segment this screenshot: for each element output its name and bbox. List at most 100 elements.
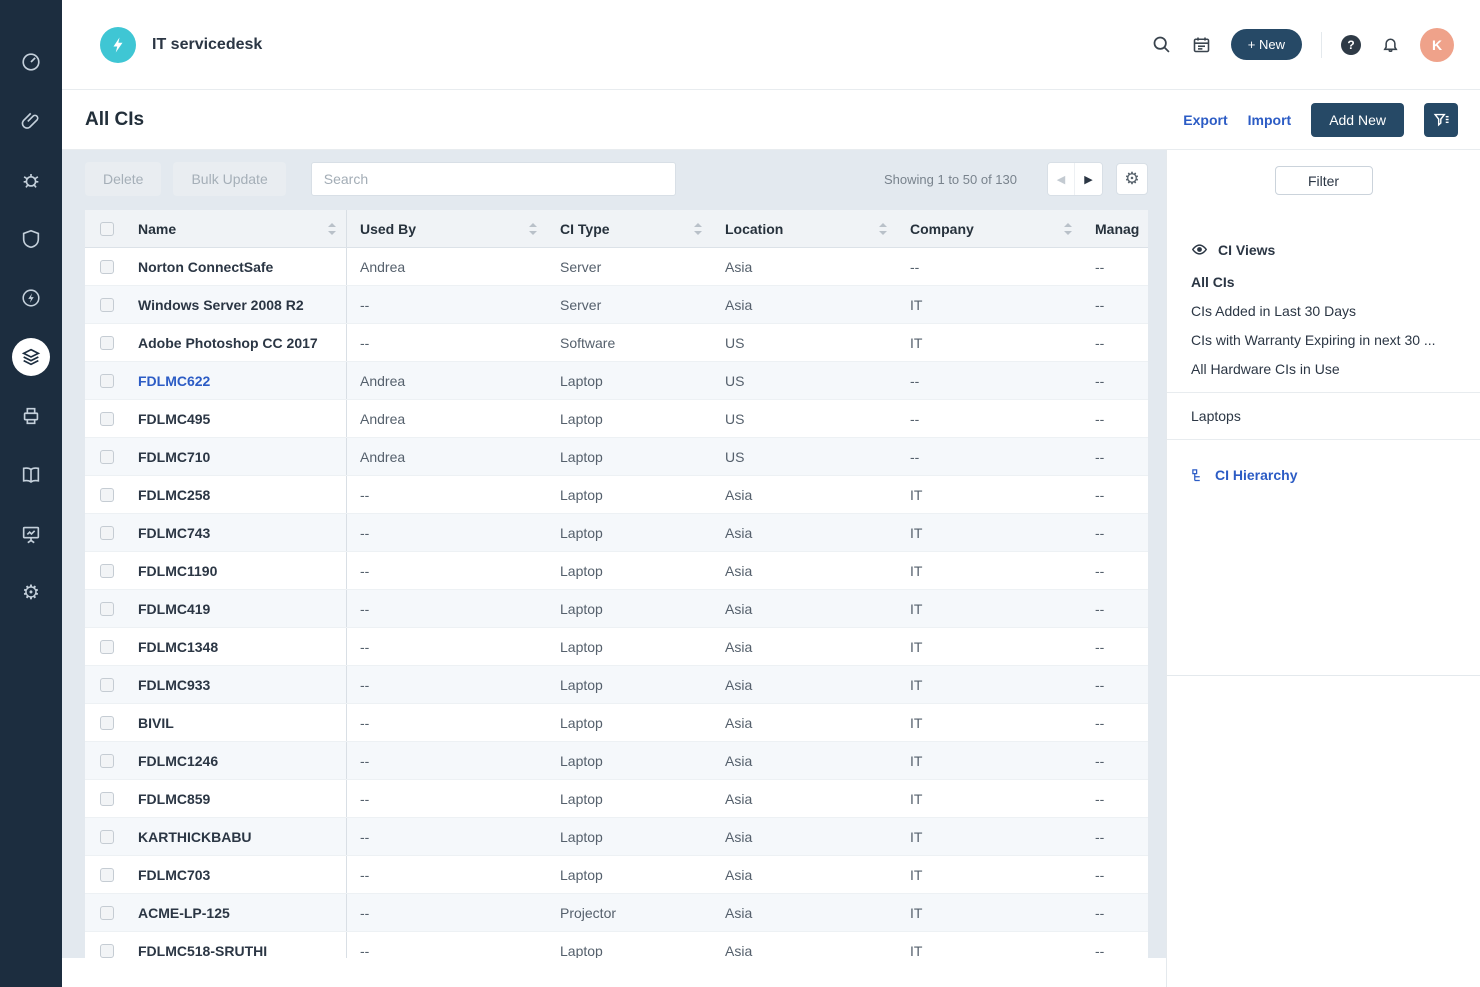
table-row[interactable]: FDLMC933--LaptopAsiaIT--: [85, 666, 1148, 704]
table-row[interactable]: FDLMC859--LaptopAsiaIT--: [85, 780, 1148, 818]
table-row[interactable]: BIVIL--LaptopAsiaIT--: [85, 704, 1148, 742]
sort-icon[interactable]: [1064, 223, 1072, 235]
ci-name-link[interactable]: KARTHICKBABU: [138, 829, 252, 845]
row-checkbox[interactable]: [100, 564, 114, 578]
view-item-laptops[interactable]: Laptops: [1191, 408, 1456, 424]
avatar[interactable]: K: [1420, 28, 1454, 62]
calendar-button[interactable]: [1191, 34, 1212, 55]
filter-button[interactable]: Filter: [1275, 166, 1373, 195]
ci-name-link[interactable]: FDLMC933: [138, 677, 210, 693]
row-checkbox[interactable]: [100, 754, 114, 768]
table-row[interactable]: FDLMC258--LaptopAsiaIT--: [85, 476, 1148, 514]
ci-hierarchy-link[interactable]: CI Hierarchy: [1191, 467, 1456, 483]
ci-name-link[interactable]: BIVIL: [138, 715, 174, 731]
prev-page-button[interactable]: ◀: [1048, 163, 1075, 195]
ci-name-link[interactable]: FDLMC258: [138, 487, 210, 503]
sidebar-item-releases[interactable]: [0, 268, 62, 327]
view-item-warranty-expiring[interactable]: CIs with Warranty Expiring in next 30 ..…: [1191, 332, 1456, 348]
ci-name-link[interactable]: FDLMC1246: [138, 753, 218, 769]
table-settings-button[interactable]: ⚙: [1116, 163, 1148, 195]
ci-name-link[interactable]: FDLMC710: [138, 449, 210, 465]
row-checkbox[interactable]: [100, 526, 114, 540]
delete-button[interactable]: Delete: [85, 162, 161, 196]
sort-icon[interactable]: [879, 223, 887, 235]
row-checkbox[interactable]: [100, 678, 114, 692]
ci-name-link[interactable]: FDLMC518-SRUTHI: [138, 943, 267, 959]
ci-name-link[interactable]: FDLMC703: [138, 867, 210, 883]
row-checkbox[interactable]: [100, 450, 114, 464]
new-button[interactable]: + New: [1231, 29, 1302, 60]
ci-name-link[interactable]: Windows Server 2008 R2: [138, 297, 304, 313]
column-header-company[interactable]: Company: [897, 210, 1082, 247]
bulk-update-button[interactable]: Bulk Update: [173, 162, 285, 196]
table-row[interactable]: Norton ConnectSafeAndreaServerAsia----: [85, 248, 1148, 286]
row-checkbox[interactable]: [100, 868, 114, 882]
table-row[interactable]: Windows Server 2008 R2--ServerAsiaIT--: [85, 286, 1148, 324]
view-item-hardware-in-use[interactable]: All Hardware CIs in Use: [1191, 361, 1456, 377]
row-checkbox[interactable]: [100, 906, 114, 920]
sidebar-item-dashboard[interactable]: [0, 32, 62, 91]
table-row[interactable]: FDLMC703--LaptopAsiaIT--: [85, 856, 1148, 894]
table-row[interactable]: FDLMC622AndreaLaptopUS----: [85, 362, 1148, 400]
ci-name-link[interactable]: FDLMC622: [138, 373, 210, 389]
table-row[interactable]: ACME-LP-125--ProjectorAsiaIT--: [85, 894, 1148, 932]
sidebar-item-reports[interactable]: [0, 504, 62, 563]
table-row[interactable]: FDLMC1190--LaptopAsiaIT--: [85, 552, 1148, 590]
sort-icon[interactable]: [694, 223, 702, 235]
search-input[interactable]: [311, 162, 676, 196]
table-row[interactable]: FDLMC743--LaptopAsiaIT--: [85, 514, 1148, 552]
table-row[interactable]: FDLMC518-SRUTHI--LaptopAsiaIT--: [85, 932, 1148, 958]
ci-name-link[interactable]: FDLMC1348: [138, 639, 218, 655]
ci-name-link[interactable]: FDLMC495: [138, 411, 210, 427]
select-all-checkbox[interactable]: [100, 222, 114, 236]
row-checkbox[interactable]: [100, 602, 114, 616]
sidebar-item-contracts[interactable]: [0, 386, 62, 445]
row-checkbox[interactable]: [100, 374, 114, 388]
sidebar-item-tickets[interactable]: [0, 91, 62, 150]
row-checkbox[interactable]: [100, 640, 114, 654]
row-checkbox[interactable]: [100, 792, 114, 806]
column-header-managed-by[interactable]: Manag: [1082, 210, 1148, 247]
import-link[interactable]: Import: [1248, 112, 1292, 128]
column-header-location[interactable]: Location: [712, 210, 897, 247]
ci-name-link[interactable]: FDLMC1190: [138, 563, 217, 579]
table-row[interactable]: FDLMC495AndreaLaptopUS----: [85, 400, 1148, 438]
notifications-button[interactable]: [1380, 34, 1401, 55]
ci-name-link[interactable]: FDLMC859: [138, 791, 210, 807]
sidebar-item-admin[interactable]: ⚙: [0, 563, 62, 622]
table-row[interactable]: FDLMC419--LaptopAsiaIT--: [85, 590, 1148, 628]
add-new-button[interactable]: Add New: [1311, 103, 1404, 137]
table-row[interactable]: FDLMC1246--LaptopAsiaIT--: [85, 742, 1148, 780]
table-row[interactable]: FDLMC1348--LaptopAsiaIT--: [85, 628, 1148, 666]
next-page-button[interactable]: ▶: [1075, 163, 1102, 195]
row-checkbox[interactable]: [100, 830, 114, 844]
ci-name-link[interactable]: FDLMC419: [138, 601, 210, 617]
table-row[interactable]: FDLMC710AndreaLaptopUS----: [85, 438, 1148, 476]
column-header-name[interactable]: Name: [125, 210, 347, 247]
ci-name-link[interactable]: Norton ConnectSafe: [138, 259, 273, 275]
row-checkbox[interactable]: [100, 260, 114, 274]
column-header-used-by[interactable]: Used By: [347, 210, 547, 247]
export-link[interactable]: Export: [1183, 112, 1227, 128]
help-icon[interactable]: ?: [1341, 35, 1361, 55]
search-button[interactable]: [1151, 34, 1172, 55]
row-checkbox[interactable]: [100, 488, 114, 502]
ci-name-link[interactable]: ACME-LP-125: [138, 905, 230, 921]
ci-name-link[interactable]: FDLMC743: [138, 525, 210, 541]
ci-name-link[interactable]: Adobe Photoshop CC 2017: [138, 335, 318, 351]
view-item-all-cis[interactable]: All CIs: [1191, 274, 1456, 290]
table-row[interactable]: KARTHICKBABU--LaptopAsiaIT--: [85, 818, 1148, 856]
sidebar-item-assets[interactable]: [0, 327, 62, 386]
row-checkbox[interactable]: [100, 944, 114, 958]
filter-toggle-button[interactable]: [1424, 103, 1458, 137]
sort-icon[interactable]: [328, 223, 336, 235]
row-checkbox[interactable]: [100, 412, 114, 426]
sidebar-item-problems[interactable]: [0, 150, 62, 209]
view-item-added-last-30[interactable]: CIs Added in Last 30 Days: [1191, 303, 1456, 319]
column-header-ci-type[interactable]: CI Type: [547, 210, 712, 247]
sort-icon[interactable]: [529, 223, 537, 235]
sidebar-item-changes[interactable]: [0, 209, 62, 268]
sidebar-item-solutions[interactable]: [0, 445, 62, 504]
row-checkbox[interactable]: [100, 336, 114, 350]
table-row[interactable]: Adobe Photoshop CC 2017--SoftwareUSIT--: [85, 324, 1148, 362]
